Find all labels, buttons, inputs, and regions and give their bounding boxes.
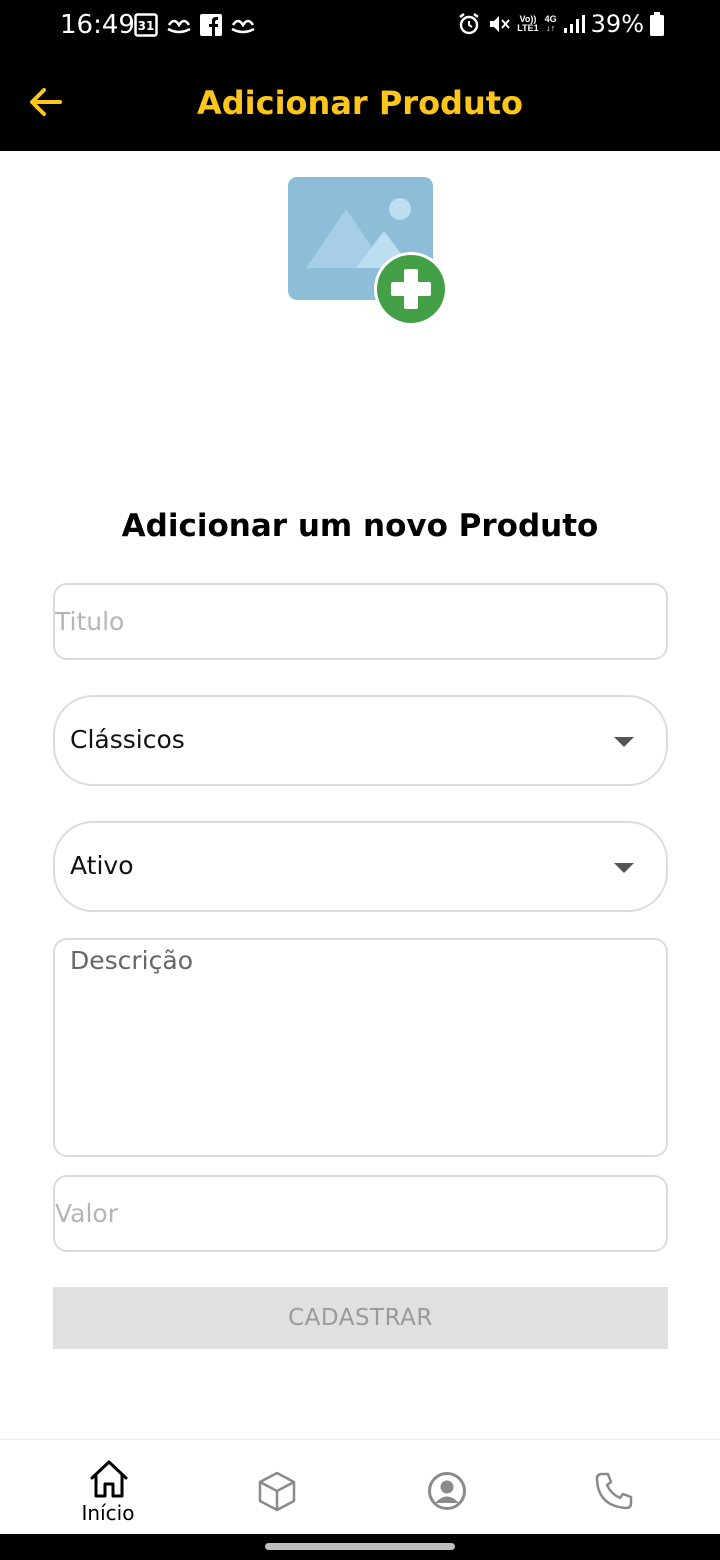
mute-icon [490,16,511,32]
svg-text:31: 31 [138,19,155,33]
status-time: 16:49 [60,10,135,40]
value-field[interactable] [53,1175,668,1252]
title-input[interactable] [55,585,666,658]
dropdown-arrow-icon [614,737,634,747]
value-input[interactable] [55,1177,666,1250]
volte-indicator: Vo)) LTE1 [517,14,539,33]
description-field[interactable] [53,938,668,1157]
form-heading: Adicionar um novo Produto [121,508,599,544]
calendar-icon: 31 [134,13,158,37]
system-gesture-bar [0,1534,720,1560]
page-title: Adicionar Produto [196,84,524,122]
nav-item-profile[interactable] [391,1440,501,1535]
status-bar: 16:49 31 Vo)) LTE1 4G ↓↑ 39% [0,0,720,52]
phone-icon [595,1472,633,1510]
system-status: Vo)) LTE1 4G ↓↑ 39% [457,10,664,38]
dropdown-arrow-icon [614,863,634,873]
category-selected-value: Clássicos [70,725,185,754]
battery-percentage: 39% [590,10,644,38]
category-select[interactable]: Clássicos [53,695,668,786]
box-icon [258,1471,296,1512]
nav-item-label: Início [81,1501,135,1525]
nav-item-contact[interactable] [558,1440,668,1535]
battery-icon [650,12,664,36]
nav-item-home[interactable]: Início [53,1440,163,1535]
home-icon [90,1460,128,1498]
notification-icons: 31 [134,13,256,37]
title-field[interactable] [53,583,668,660]
app-notification-icon [167,19,191,34]
home-gesture-handle[interactable] [265,1543,455,1550]
app-bar: Adicionar Produto [0,52,720,151]
facebook-icon [200,14,222,36]
status-select[interactable]: Ativo [53,821,668,912]
status-selected-value: Ativo [70,851,134,880]
alarm-icon [459,13,480,35]
signal-icon [563,15,585,33]
add-image-icon [288,177,448,326]
app-notification-icon [231,19,255,34]
user-icon [428,1472,466,1510]
description-input[interactable] [55,940,666,1155]
bottom-navigation: Início [0,1439,720,1534]
submit-button[interactable]: CADASTRAR [53,1287,668,1349]
nav-item-products[interactable] [221,1440,331,1535]
add-image-button[interactable] [286,175,451,330]
network-type-indicator: 4G ↓↑ [544,14,557,33]
